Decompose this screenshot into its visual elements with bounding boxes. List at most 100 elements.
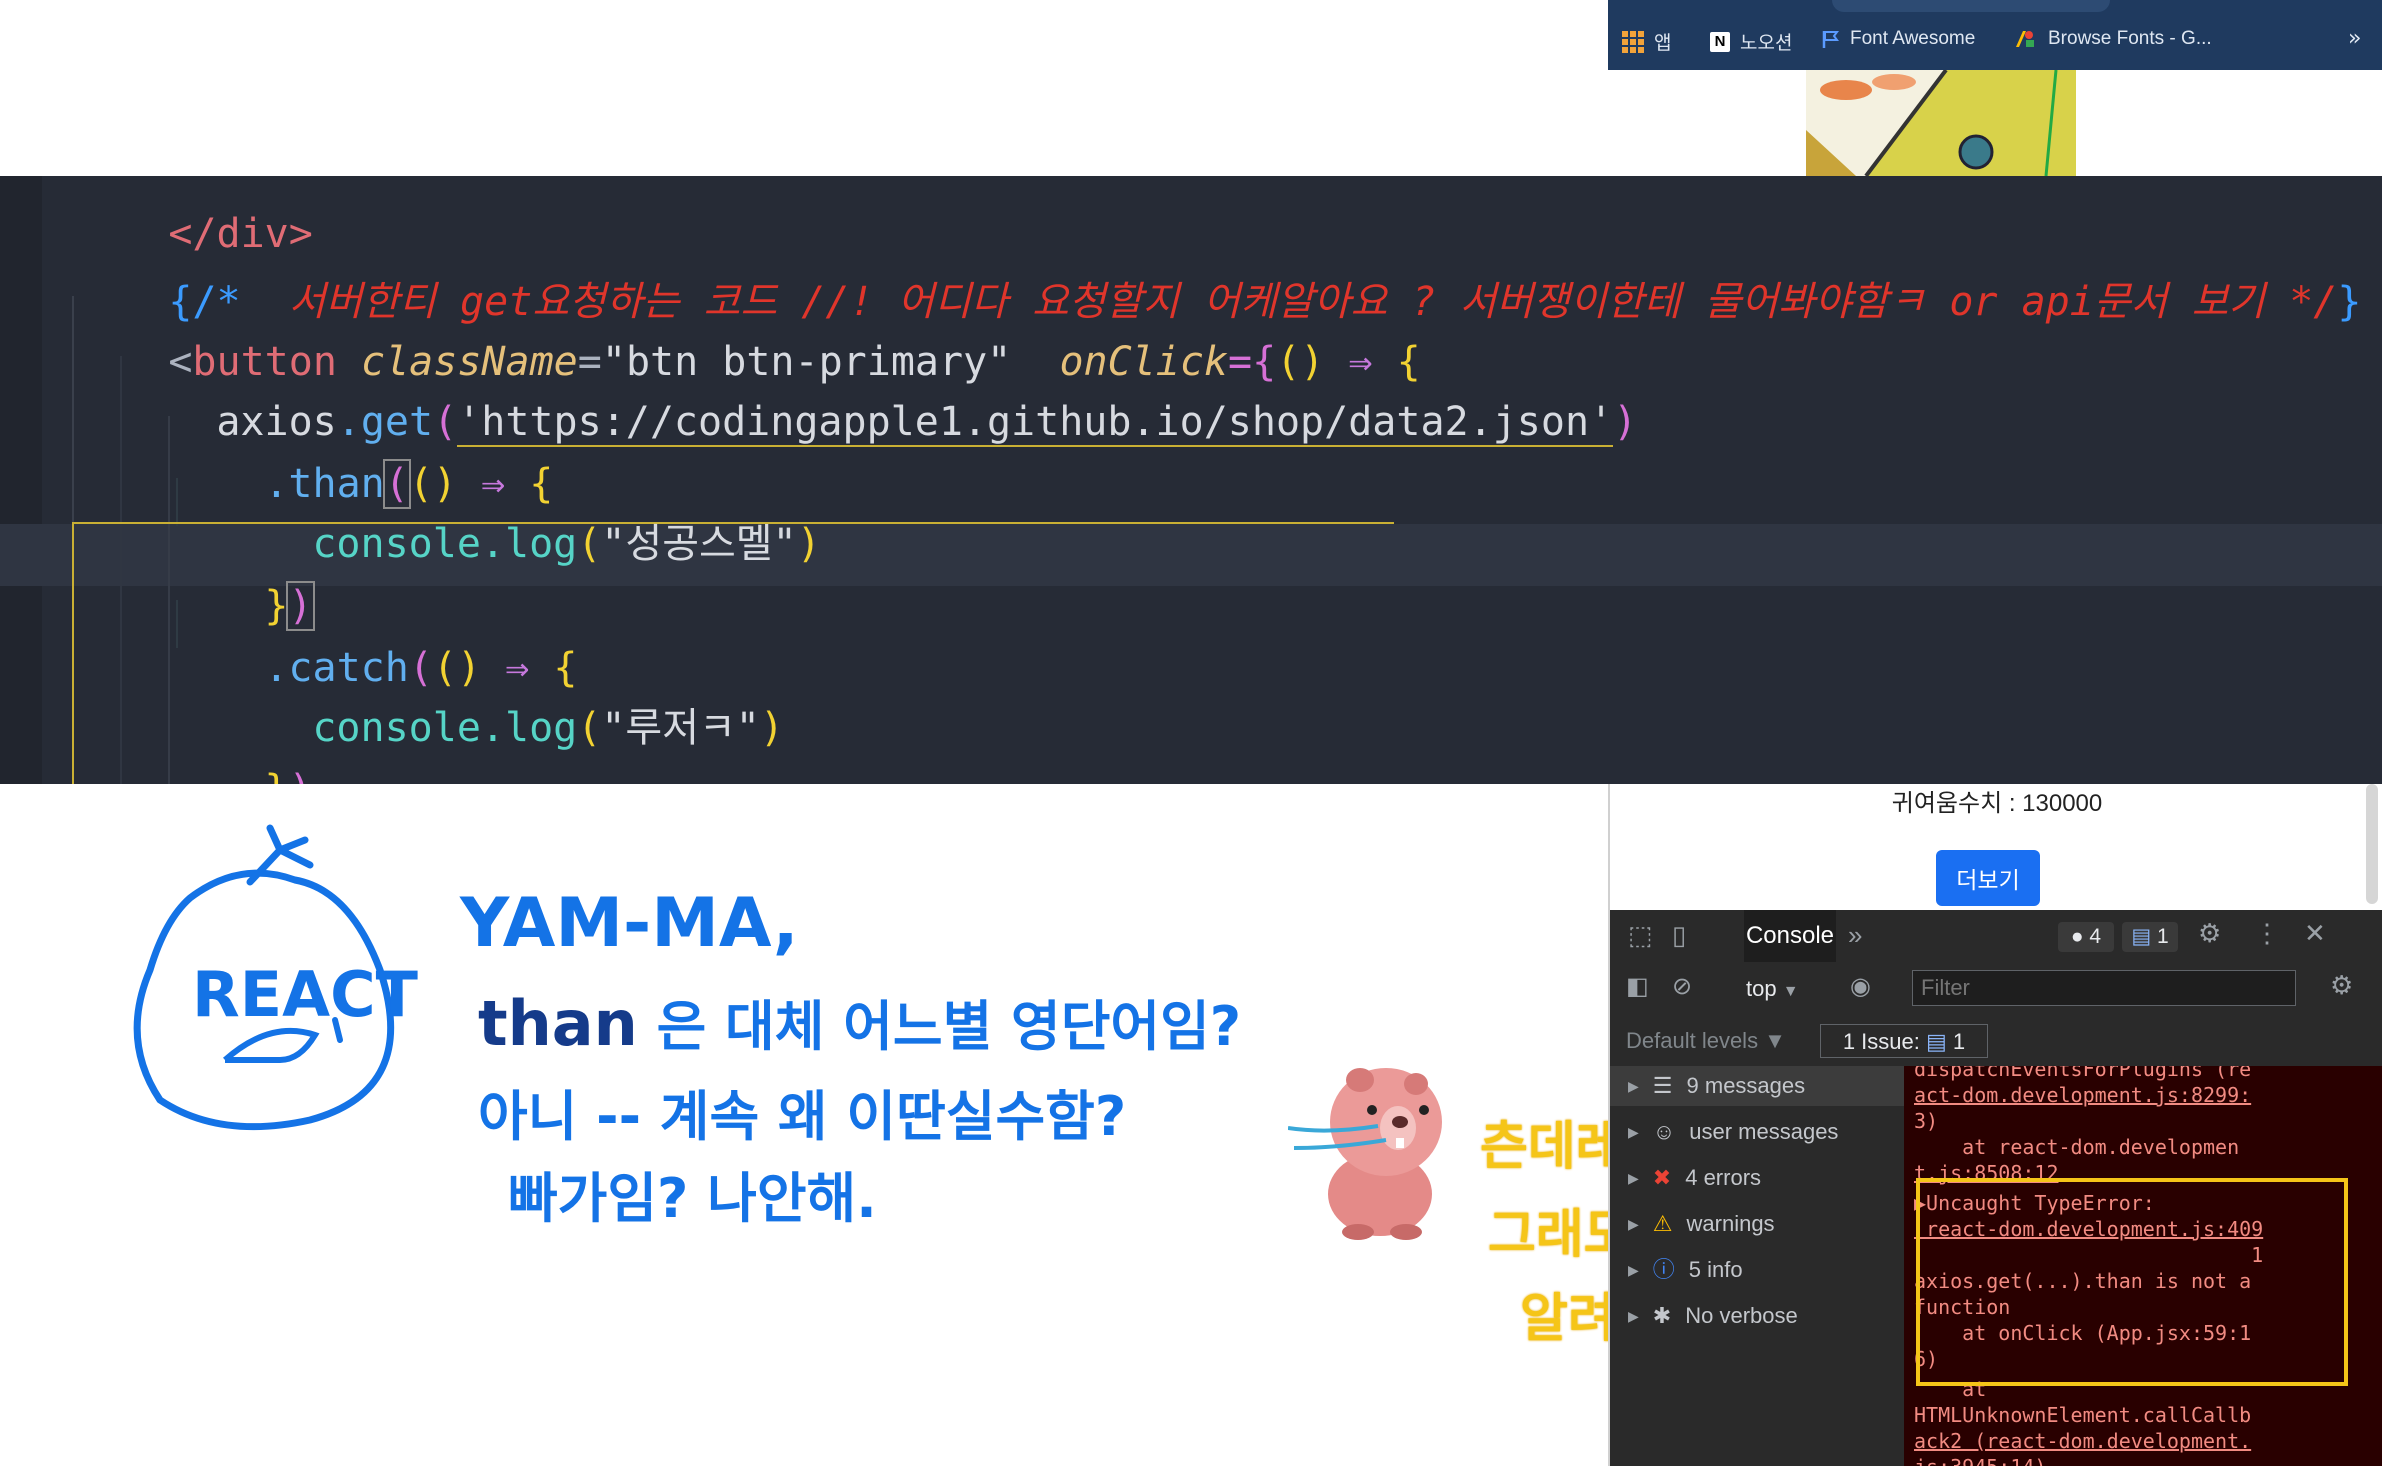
expand-arrow-icon: ▶ (1628, 1262, 1639, 1278)
console-settings-icon[interactable]: ⚙ (2330, 970, 2353, 1001)
log-levels-dropdown[interactable]: Default levels ▼ (1626, 1024, 1786, 1058)
beaver-sticker (1288, 1068, 1442, 1240)
warning-icon: ⚠ (1652, 1211, 1673, 1236)
code-token: "성공스멜" (601, 521, 797, 567)
info-icon: ⓘ (1652, 1257, 1675, 1282)
sidebar-label: 4 errors (1685, 1165, 1762, 1190)
context-value: top (1746, 976, 1777, 1001)
error-highlight-box (1916, 1178, 2348, 1386)
sidebar-item-messages[interactable]: ▶ ☰ 9 messages (1610, 1066, 1904, 1106)
dropdown-caret-icon: ▼ (1782, 983, 1799, 1000)
code-line-close1: }) (264, 581, 315, 631)
code-line-div: </div> (72, 176, 313, 257)
console-sidebar: ▶ ☰ 9 messages ▶ ☺ user messages ▶ ✖ 4 errors … (1610, 1066, 1904, 1466)
editor-gutter (0, 176, 42, 784)
handwritten-notes: REACT YAM-MA, than 은 대체 어느별 영단어임? 아니 -- … (0, 784, 1907, 1466)
bookmark-label: Browse Fonts - G... (2048, 28, 2212, 49)
expand-arrow-icon: ▶ (1628, 1216, 1639, 1232)
expand-arrow-icon: ▶ (1628, 1308, 1639, 1324)
code-line-comment: {/* 서버한티 get요청하는 코드 //! 어디다 요청할지 어케알아요 ?… (72, 212, 2361, 325)
context-select[interactable]: top ▼ (1746, 972, 1822, 1006)
bookmark-google-fonts[interactable]: Browse Fonts - G... (2014, 28, 2212, 50)
code-line-console2: console.log("루저ㅋ") (312, 705, 784, 751)
sidebar-label: 9 messages (1686, 1073, 1806, 1098)
browser-window-top: 앱 N 노오션 Font Awesome Browse Fonts - G...… (1608, 0, 2382, 176)
bookmark-notion[interactable]: N 노오션 (1710, 28, 1792, 55)
console-filter-bar: ◧ ⊘ top ▼ ◉ ⚙ (1610, 962, 2382, 1017)
code-line-console1: console.log("성공스멜") (312, 521, 821, 567)
device-toggle-icon[interactable]: ▯ (1672, 920, 1686, 951)
google-fonts-icon (2016, 31, 2034, 47)
issues-count: 1 (1952, 1029, 1966, 1054)
gear-icon[interactable]: ⚙ (2198, 918, 2221, 949)
bookmarks-overflow-button[interactable]: » (2348, 26, 2361, 51)
inspect-icon[interactable]: ⬚ (1628, 920, 1653, 951)
log-line: dispatchEventsForPlugins (re (1914, 1066, 2252, 1081)
sidebar-item-info[interactable]: ▶ ⓘ 5 info (1628, 1250, 1743, 1290)
code-line-axios: axios.get('https://codingapple1.github.i… (216, 399, 1638, 447)
cute-value-text: 귀여움수치 : 130000 (1891, 790, 2103, 817)
code-editor: </div> {/* 서버한티 get요청하는 코드 //! 어디다 요청할지 … (0, 176, 2382, 784)
react-bag-drawing: REACT (133, 824, 418, 1131)
address-bar[interactable] (1832, 0, 2110, 12)
tab-console[interactable]: Console (1744, 910, 1836, 962)
code-line-catch: .catch(() ⇒ { (264, 645, 578, 691)
close-icon[interactable]: ✕ (2304, 918, 2326, 949)
console-filter-input[interactable] (1912, 970, 2296, 1006)
issues-button[interactable]: 1 Issue: ▤ 1 (1820, 1024, 1988, 1058)
code-url: 'https://codingapple1.github.io/shop/dat… (457, 399, 1614, 447)
clear-console-icon[interactable]: ⊘ (1672, 972, 1692, 1001)
bug-icon: ✱ (1652, 1303, 1672, 1328)
issue-count-badge[interactable]: ▤ 1 (2122, 922, 2178, 952)
expand-arrow-icon: ▶ (1628, 1078, 1639, 1094)
bookmarks-bar: 앱 N 노오션 Font Awesome Browse Fonts - G...… (1608, 0, 2382, 70)
log-link[interactable]: js:3945:14) (1914, 1454, 2046, 1466)
log-level-bar: Default levels ▼ 1 Issue: ▤ 1 (1610, 1016, 2382, 1067)
eye-icon[interactable]: ◉ (1850, 972, 1871, 1001)
code-line-than: .than(() ⇒ { (264, 459, 554, 509)
kebab-menu-icon[interactable]: ⋮ (2254, 918, 2280, 949)
hand-text: 은 대체 어느별 영단어임? (656, 995, 1242, 1058)
error-count-badge[interactable]: ● 4 (2058, 922, 2114, 952)
sidebar-label: user messages (1689, 1119, 1839, 1144)
code-line-close2: }) (168, 700, 312, 784)
bookmark-apps[interactable]: 앱 (1622, 28, 1671, 55)
sidebar-item-errors[interactable]: ▶ ✖ 4 errors (1628, 1158, 1761, 1198)
hand-line-mistake: 아니 -- 계속 왜 이딴실수함? (478, 1085, 1127, 1148)
notion-icon: N (1710, 31, 1730, 52)
hand-line-quit: 빠가임? 나안해. (508, 1167, 877, 1230)
console-log: dispatchEventsForPlugins (re act-dom.dev… (1904, 1066, 2382, 1466)
sidebar-item-user-messages[interactable]: ▶ ☺ user messages (1628, 1112, 1838, 1152)
hand-word-than: than (478, 987, 638, 1060)
flag-icon (1822, 31, 1839, 48)
log-link[interactable]: ack2 (react-dom.development. (1914, 1428, 2251, 1454)
bookmark-label: 앱 (1654, 33, 1672, 54)
sidebar-label: 5 info (1688, 1257, 1743, 1282)
more-button[interactable]: 더보기 (1936, 850, 2040, 906)
sidebar-item-verbose[interactable]: ▶ ✱ No verbose (1628, 1296, 1798, 1336)
bookmark-label: 노오션 (1740, 33, 1793, 54)
hand-line-than: than 은 대체 어느별 영단어임? (478, 982, 1241, 1061)
list-icon: ☰ (1652, 1073, 1673, 1098)
error-icon: ✖ (1652, 1165, 1672, 1190)
log-link[interactable]: act-dom.development.js:8299: (1914, 1082, 2251, 1108)
issues-label: 1 Issue: (1842, 1029, 1920, 1054)
code-line-button: <button className="btn btn-primary" onCl… (72, 272, 1420, 385)
code-token: console.log (312, 521, 578, 567)
issue-count: 1 (2157, 925, 2169, 948)
sidebar-item-warnings[interactable]: ▶ ⚠ warnings (1628, 1204, 1775, 1244)
log-line: at react-dom.developmen (1914, 1135, 2240, 1159)
devtools-panel: ⬚ ▯ Console » ● 4 ▤ 1 ⚙ ⋮ ✕ ◧ ⊘ top ▼ ◉ … (1610, 910, 2382, 1466)
code-token: } (2337, 279, 2362, 325)
cartoon-image (1806, 70, 2076, 176)
devtools-toolbar: ⬚ ▯ Console » ● 4 ▤ 1 ⚙ ⋮ ✕ (1610, 910, 2382, 963)
expand-arrow-icon: ▶ (1628, 1170, 1639, 1186)
log-line: 3) (1914, 1109, 1939, 1133)
sidebar-toggle-icon[interactable]: ◧ (1626, 972, 1649, 1001)
bookmark-font-awesome[interactable]: Font Awesome (1822, 28, 1975, 50)
page-scrollbar[interactable] (2366, 784, 2378, 904)
expand-arrow-icon: ▶ (1628, 1124, 1639, 1140)
user-icon: ☺ (1652, 1119, 1676, 1144)
bookmark-label: Font Awesome (1850, 28, 1976, 49)
more-tabs-icon[interactable]: » (1848, 920, 1862, 951)
